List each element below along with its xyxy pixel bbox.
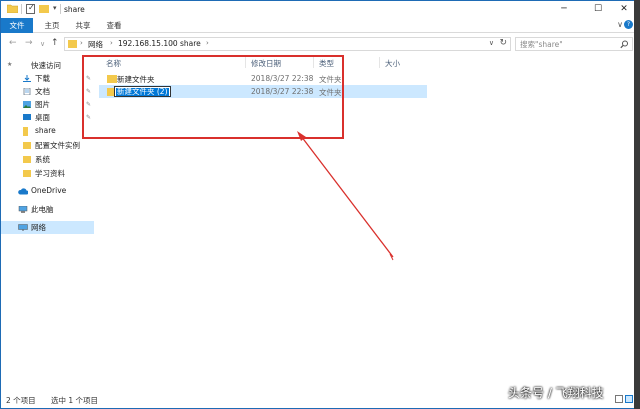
large-icons-view-icon[interactable] [625,395,633,403]
nav-label: 此电脑 [31,205,54,214]
up-button[interactable]: ↑ [51,38,59,48]
nav-item-system[interactable]: 系统 [1,153,94,166]
cloud-icon [18,188,28,195]
nav-quick-access[interactable]: ★ 快速访问 [1,59,94,72]
crumb-separator[interactable]: › [110,39,113,47]
desktop-background [634,0,640,409]
nav-item-share[interactable]: share [1,125,94,138]
tab-file[interactable]: 文件 [1,18,33,33]
explorer-window: ▾ share ─ ☐ ✕ 文件 主页 共享 查看 ∨ ? ← → ∨ ↑ › … [0,0,640,409]
nav-item-this-pc[interactable]: 此电脑 [1,203,94,216]
nav-label: 桌面 [35,113,50,122]
nav-item-pictures[interactable]: 图片 ✎ [1,98,94,111]
watermark: 头条号 / 飞翔科技 [508,386,604,400]
nav-label: 下载 [35,74,50,83]
nav-label: 网络 [31,223,46,232]
nav-label: OneDrive [31,186,67,195]
search-box[interactable]: 搜索"share" [515,37,633,51]
breadcrumb-share[interactable]: share [180,39,201,48]
recent-locations-button[interactable]: ∨ [40,40,45,48]
nav-label: 快速访问 [31,61,61,70]
star-icon: ★ [7,61,13,68]
folder-icon [23,127,28,136]
navigation-bar: ← → ∨ ↑ › 网络 › 192.168.15.100 › share › … [1,34,635,54]
computer-icon [18,206,28,213]
nav-item-config-examples[interactable]: 配置文件实例 [1,139,94,152]
folder-icon [23,170,31,177]
nav-label: 文档 [35,87,50,96]
folder-icon [68,40,77,48]
search-placeholder: 搜索"share" [520,40,563,49]
tab-share[interactable]: 共享 [70,18,96,33]
breadcrumb-network[interactable]: 网络 [88,39,103,50]
toolbar-separator [21,4,22,14]
column-header-size[interactable]: 大小 [385,58,400,69]
breadcrumb-host[interactable]: 192.168.15.100 [118,39,178,48]
nav-label: 学习资料 [35,169,65,178]
new-folder-icon[interactable] [39,5,49,13]
forward-button[interactable]: → [25,38,33,48]
folder-icon [7,4,18,13]
folder-icon [23,142,31,149]
folder-icon [23,156,31,163]
crumb-separator[interactable]: › [80,39,83,47]
download-icon [23,75,31,82]
annotation-highlight-box [82,55,344,139]
nav-label: 系统 [35,155,50,164]
back-button[interactable]: ← [9,38,17,48]
pictures-icon [23,101,31,108]
nav-label: 图片 [35,100,50,109]
details-view-icon[interactable] [615,395,623,403]
nav-item-network[interactable]: 网络 [1,221,94,234]
navigation-pane: ★ 快速访问 下载 ✎ 文档 ✎ 图片 ✎ 桌面 ✎ share 配置文件实例 … [1,54,94,389]
nav-item-study-materials[interactable]: 学习资料 [1,167,94,180]
crumb-separator[interactable]: › [172,39,175,47]
tab-view[interactable]: 查看 [101,18,127,33]
nav-item-onedrive[interactable]: OneDrive [1,185,94,198]
window-title: share [64,5,85,14]
nav-label: 配置文件实例 [35,141,80,150]
crumb-separator[interactable]: › [206,39,209,47]
nav-label: share [35,126,56,135]
customize-toolbar-icon[interactable]: ▾ [53,4,57,12]
refresh-icon[interactable]: ↻ [499,38,507,48]
tab-home[interactable]: 主页 [39,18,65,33]
properties-icon[interactable] [26,3,35,14]
column-divider[interactable] [379,57,380,68]
ribbon-tabs: 文件 主页 共享 查看 ∨ ? [1,18,635,33]
help-icon[interactable]: ? [624,20,633,29]
network-icon [18,224,28,231]
address-bar[interactable]: › 网络 › 192.168.15.100 › share › ∨ ↻ [64,37,511,51]
search-icon[interactable] [620,40,629,49]
document-icon [23,88,31,95]
expand-ribbon-icon[interactable]: ∨ [617,20,623,29]
desktop-icon [23,114,31,120]
item-count: 2 个项目 [6,396,36,405]
selection-count: 选中 1 个项目 [51,396,99,405]
title-bar: ▾ share ─ ☐ ✕ [1,1,635,18]
nav-item-documents[interactable]: 文档 ✎ [1,85,94,98]
nav-item-downloads[interactable]: 下载 ✎ [1,72,94,85]
toolbar-separator [60,4,61,14]
minimize-button[interactable]: ─ [547,1,581,18]
address-dropdown-icon[interactable]: ∨ [489,39,494,47]
nav-item-desktop[interactable]: 桌面 ✎ [1,111,94,124]
